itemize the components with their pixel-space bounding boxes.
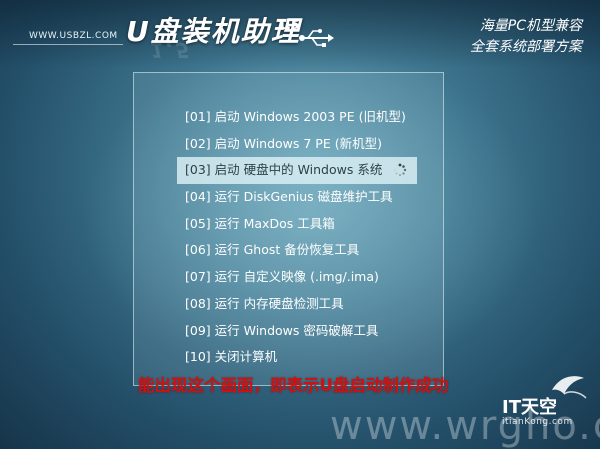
logo-reflection: 1.5 <box>150 38 191 62</box>
menu-item-label: [06] 运行 Ghost 备份恢复工具 <box>185 242 360 258</box>
boot-menu: [01] 启动 Windows 2003 PE (旧机型) [02] 启动 Wi… <box>177 104 437 371</box>
menu-item-06[interactable]: [06] 运行 Ghost 备份恢复工具 <box>177 237 437 264</box>
menu-item-label: [09] 运行 Windows 密码破解工具 <box>185 322 379 338</box>
menu-item-label: [07] 运行 自定义映像 (.img/.ima) <box>185 269 379 285</box>
boot-menu-screen: WWW.USBZL.COM U盘装机助理 1.5 1.5 海量PC机型兼容 全套… <box>0 0 600 449</box>
menu-item-10[interactable]: [10] 关闭计算机 <box>177 344 437 371</box>
menu-item-05[interactable]: [05] 运行 MaxDos 工具箱 <box>177 211 437 238</box>
menu-item-label: [05] 运行 MaxDos 工具箱 <box>185 215 335 231</box>
menu-item-03-selected[interactable]: [03] 启动 硬盘中的 Windows 系统 <box>177 157 417 185</box>
app-version: 1.5 <box>278 18 300 32</box>
loading-spinner-icon <box>394 163 407 177</box>
logo-reflection-text: 1.5 <box>150 38 192 62</box>
menu-item-label: [10] 关闭计算机 <box>185 349 278 365</box>
menu-item-04[interactable]: [04] 运行 DiskGenius 磁盘维护工具 <box>177 184 437 211</box>
menu-item-label: [08] 运行 内存硬盘检测工具 <box>185 295 344 311</box>
usb-icon <box>299 29 334 47</box>
site-underline <box>13 44 123 45</box>
site-url: WWW.USBZL.COM <box>29 31 118 41</box>
tagline-line-1: 海量PC机型兼容 <box>479 18 582 34</box>
brand-url: itianKong.com <box>502 417 573 427</box>
tagline-line-2: 全套系统部署方案 <box>470 39 582 55</box>
menu-item-01[interactable]: [01] 启动 Windows 2003 PE (旧机型) <box>177 104 437 131</box>
menu-item-label: [02] 启动 Windows 7 PE (新机型) <box>185 135 382 151</box>
menu-item-label: [03] 启动 硬盘中的 Windows 系统 <box>185 162 383 178</box>
menu-item-label: [01] 启动 Windows 2003 PE (旧机型) <box>185 109 406 124</box>
menu-item-07[interactable]: [07] 运行 自定义映像 (.img/.ima) <box>177 264 437 291</box>
menu-item-09[interactable]: [09] 运行 Windows 密码破解工具 <box>177 318 437 345</box>
menu-item-label: [04] 运行 DiskGenius 磁盘维护工具 <box>185 189 393 205</box>
tagline: 海量PC机型兼容 全套系统部署方案 <box>470 16 582 58</box>
menu-item-08[interactable]: [08] 运行 内存硬盘检测工具 <box>177 291 437 318</box>
brand-name: IT天空 <box>502 397 557 418</box>
success-notice: 能出现这个画面，即表示U盘启动制作成功 <box>138 376 449 395</box>
menu-item-02[interactable]: [02] 启动 Windows 7 PE (新机型) <box>177 131 437 158</box>
